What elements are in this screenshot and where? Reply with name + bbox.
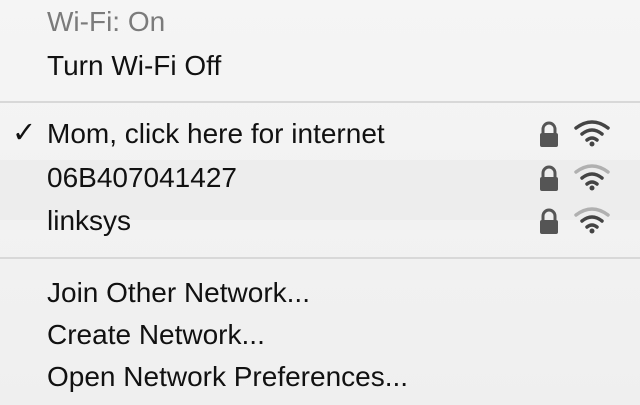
lock-icon (540, 121, 558, 147)
turn-wifi-off-menu-item[interactable]: Turn Wi-Fi Off (0, 46, 640, 86)
network-item[interactable]: 06B407041427 (0, 158, 640, 198)
lock-icon (540, 208, 558, 234)
network-name: linksys (47, 205, 132, 236)
separator (0, 257, 640, 259)
menu-item-label: Create Network... (47, 319, 265, 350)
turn-wifi-off-label: Turn Wi-Fi Off (47, 50, 222, 81)
menu-item-label: Join Other Network... (47, 277, 310, 308)
separator (0, 101, 640, 103)
menu-item-label: Open Network Preferences... (47, 361, 409, 392)
create-network-menu-item[interactable]: Create Network... (0, 315, 640, 355)
network-name: 06B407041427 (47, 162, 237, 193)
network-item[interactable]: ✓ Mom, click here for internet (0, 114, 640, 154)
wifi-signal-icon (574, 207, 610, 234)
wifi-status-row: Wi-Fi: On (0, 2, 640, 42)
wifi-menu: Wi-Fi: On Turn Wi-Fi Off ✓ Mom, click he… (0, 0, 640, 405)
network-item[interactable]: linksys (0, 201, 640, 241)
wifi-signal-icon (574, 164, 610, 191)
wifi-status-label: Wi-Fi: On (47, 6, 166, 37)
open-network-preferences-menu-item[interactable]: Open Network Preferences... (0, 357, 640, 397)
checkmark-icon: ✓ (12, 117, 37, 149)
wifi-signal-icon (574, 120, 610, 147)
network-name: Mom, click here for internet (47, 118, 385, 149)
join-other-network-menu-item[interactable]: Join Other Network... (0, 273, 640, 313)
lock-icon (540, 165, 558, 191)
